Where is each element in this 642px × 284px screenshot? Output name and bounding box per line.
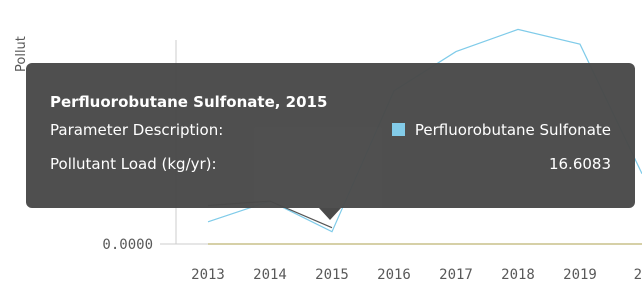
x-tick-label: 2015 bbox=[315, 267, 349, 283]
series-color-swatch bbox=[391, 123, 405, 136]
x-tick-label: 2013 bbox=[191, 267, 225, 283]
y-tick-label: 0.0000 bbox=[102, 237, 153, 253]
x-tick-label: 2018 bbox=[501, 267, 535, 283]
tooltip-param-label: Parameter Description: bbox=[50, 121, 224, 139]
x-tick-label: 20 bbox=[634, 267, 642, 283]
x-axis-ticks: 2013 2014 2015 2016 2017 2018 2019 20 bbox=[191, 267, 642, 283]
tooltip-load-value: 16.6083 bbox=[548, 155, 611, 173]
tooltip-row-load: Pollutant Load (kg/yr): 16.6083 bbox=[50, 153, 635, 175]
y-axis-ticks: 0.0000 bbox=[102, 237, 176, 253]
data-tooltip: Perfluorobutane Sulfonate, 2015 Paramete… bbox=[26, 63, 635, 208]
tooltip-pointer bbox=[319, 208, 341, 220]
x-tick-label: 2016 bbox=[377, 267, 411, 283]
tooltip-param-value: Perfluorobutane Sulfonate bbox=[414, 121, 611, 139]
x-tick-label: 2019 bbox=[563, 267, 597, 283]
tooltip-param-value-wrap: Perfluorobutane Sulfonate bbox=[391, 119, 611, 141]
tooltip-load-label: Pollutant Load (kg/yr): bbox=[50, 155, 217, 173]
tooltip-row-parameter: Parameter Description: Perfluorobutane S… bbox=[50, 119, 635, 141]
x-tick-label: 2014 bbox=[253, 267, 287, 283]
tooltip-title: Perfluorobutane Sulfonate, 2015 bbox=[50, 93, 328, 111]
x-tick-label: 2017 bbox=[439, 267, 473, 283]
